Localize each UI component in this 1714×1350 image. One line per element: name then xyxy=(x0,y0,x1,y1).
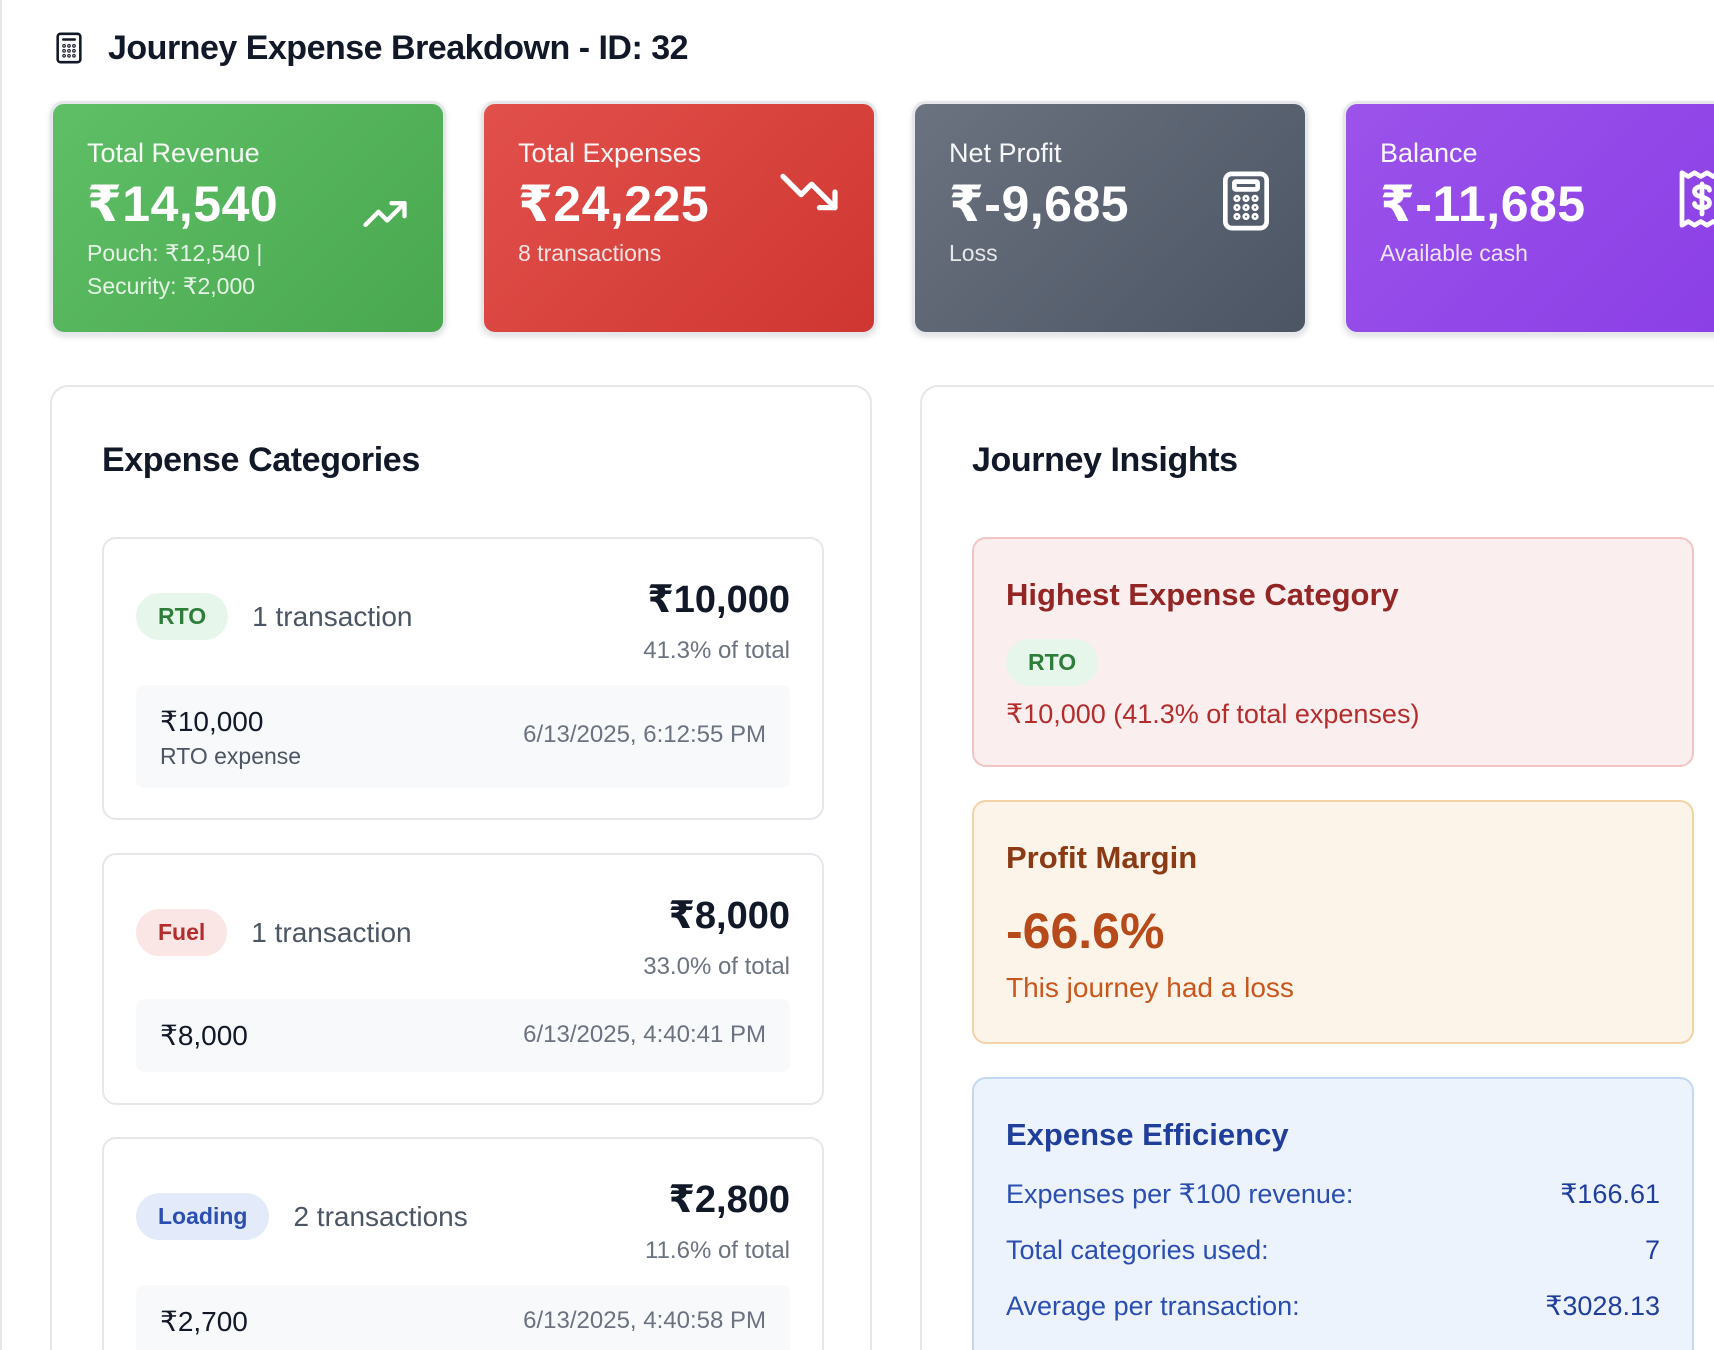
trending-up-icon xyxy=(359,188,411,240)
category-card-loading[interactable]: Loading 2 transactions ₹2,800 11.6% of t… xyxy=(102,1137,824,1350)
stat-sub: Available cash xyxy=(1380,240,1528,266)
trending-down-icon xyxy=(776,166,842,218)
category-percent: 11.6% of total xyxy=(645,1237,790,1264)
category-card-fuel[interactable]: Fuel 1 transaction ₹8,000 33.0% of total… xyxy=(102,853,824,1105)
transaction-count: 1 transaction xyxy=(252,600,413,632)
expense-categories-panel: Expense Categories RTO 1 transaction ₹10… xyxy=(50,385,872,1350)
balance-card: Balance ₹-11,685 Available cash xyxy=(1343,101,1714,335)
category-tag: RTO xyxy=(136,593,229,640)
pouch-amount: Pouch: ₹12,540 | xyxy=(87,240,263,266)
category-percent: 41.3% of total xyxy=(643,637,790,664)
panel-title: Expense Categories xyxy=(102,441,420,479)
window-edge xyxy=(0,0,2,1350)
efficiency-row: Expenses per ₹100 revenue: ₹166.61 xyxy=(1006,1179,1660,1210)
calculator-icon xyxy=(52,31,86,65)
profit-margin-note: This journey had a loss xyxy=(1006,972,1294,1003)
category-percent: 33.0% of total xyxy=(643,953,790,980)
stat-label: Balance xyxy=(1380,138,1478,168)
category-amount: ₹10,000 xyxy=(647,579,790,621)
receipt-icon xyxy=(1677,168,1714,230)
transaction-row[interactable]: ₹8,000 6/13/2025, 4:40:41 PM xyxy=(136,999,790,1072)
category-header: Fuel 1 transaction xyxy=(136,909,412,956)
category-header: Loading 2 transactions xyxy=(136,1193,468,1240)
stat-value: ₹-11,685 xyxy=(1380,176,1586,232)
efficiency-row: Total categories used: 7 xyxy=(1006,1235,1660,1266)
expense-efficiency-card: Expense Efficiency Expenses per ₹100 rev… xyxy=(972,1077,1694,1350)
efficiency-label: Expenses per ₹100 revenue: xyxy=(1006,1179,1354,1209)
transaction-date: 6/13/2025, 6:12:55 PM xyxy=(523,721,766,748)
category-tag: Fuel xyxy=(136,909,228,956)
category-card-rto[interactable]: RTO 1 transaction ₹10,000 41.3% of total… xyxy=(102,537,824,820)
stat-label: Total Expenses xyxy=(518,138,702,168)
highest-expense-text: ₹10,000 (41.3% of total expenses) xyxy=(1006,699,1420,729)
efficiency-label: Average per transaction: xyxy=(1006,1291,1300,1321)
net-profit-card: Net Profit ₹-9,685 Loss xyxy=(912,101,1308,335)
insight-title: Profit Margin xyxy=(1006,840,1198,875)
efficiency-row: Average per transaction: ₹3028.13 xyxy=(1006,1291,1660,1322)
efficiency-label: Total categories used: xyxy=(1006,1235,1269,1265)
highest-expense-card: Highest Expense Category RTO ₹10,000 (41… xyxy=(972,537,1694,767)
transaction-count: 2 transactions xyxy=(293,1200,468,1232)
total-expenses-card: Total Expenses ₹24,225 8 transactions xyxy=(481,101,877,335)
category-tag: Loading xyxy=(136,1193,270,1240)
transaction-date: 6/13/2025, 4:40:41 PM xyxy=(523,1021,766,1048)
transaction-row[interactable]: ₹10,000 RTO expense 6/13/2025, 6:12:55 P… xyxy=(136,685,790,788)
stat-sub: Loss xyxy=(949,240,998,266)
transaction-amount: ₹2,700 xyxy=(160,1306,248,1337)
insight-title: Expense Efficiency xyxy=(1006,1117,1289,1152)
stat-label: Total Revenue xyxy=(87,138,260,168)
profit-margin-value: -66.6% xyxy=(1006,903,1165,959)
transaction-amount: ₹10,000 xyxy=(160,706,264,737)
stat-sub: Pouch: ₹12,540 | Security: ₹2,000 xyxy=(87,237,409,303)
category-header: RTO 1 transaction xyxy=(136,593,412,640)
page-header: Journey Expense Breakdown - ID: 32 xyxy=(52,26,689,70)
total-revenue-card: Total Revenue ₹14,540 Pouch: ₹12,540 | S… xyxy=(50,101,446,335)
stat-label: Net Profit xyxy=(949,138,1062,168)
page-title: Journey Expense Breakdown - ID: 32 xyxy=(108,28,689,67)
insight-title: Highest Expense Category xyxy=(1006,577,1399,612)
category-amount: ₹2,800 xyxy=(668,1179,790,1221)
security-amount: Security: ₹2,000 xyxy=(87,273,256,299)
efficiency-value: 7 xyxy=(1644,1235,1660,1265)
transaction-note: RTO expense xyxy=(160,743,302,769)
calculator-icon xyxy=(1219,170,1273,232)
transaction-count: 1 transaction xyxy=(251,916,412,948)
panel-title: Journey Insights xyxy=(972,441,1238,479)
transaction-row[interactable]: ₹2,700 6/13/2025, 4:40:58 PM xyxy=(136,1285,790,1350)
transaction-date: 6/13/2025, 4:40:58 PM xyxy=(523,1307,766,1334)
profit-margin-card: Profit Margin -66.6% This journey had a … xyxy=(972,800,1694,1044)
efficiency-value: ₹166.61 xyxy=(1560,1179,1660,1209)
category-tag: RTO xyxy=(1006,639,1099,686)
category-amount: ₹8,000 xyxy=(668,895,790,937)
transaction-amount: ₹8,000 xyxy=(160,1020,248,1051)
efficiency-value: ₹3028.13 xyxy=(1545,1291,1660,1321)
stat-sub: 8 transactions xyxy=(518,240,662,266)
journey-insights-panel: Journey Insights Highest Expense Categor… xyxy=(920,385,1714,1350)
